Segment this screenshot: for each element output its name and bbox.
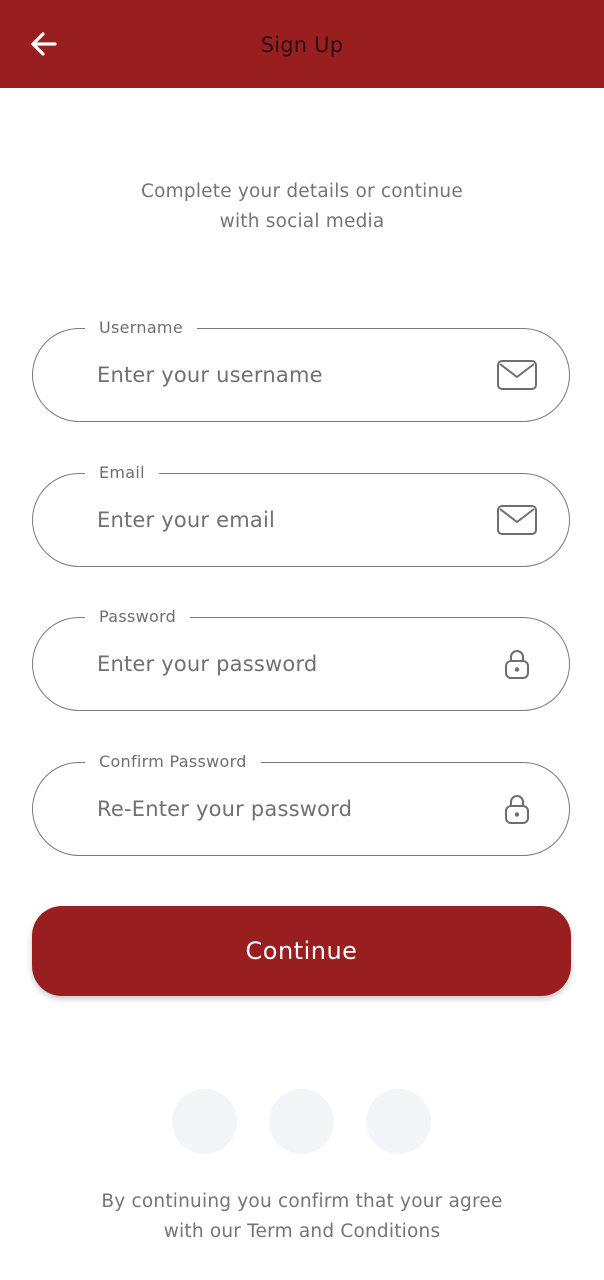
back-button[interactable] [22,24,66,64]
mail-icon [495,357,539,393]
mail-icon [495,502,539,538]
sign-up-screen: Sign Up Complete your details or continu… [0,0,604,1280]
intro-line-1: Complete your details or continue [141,181,463,202]
terms-text: By continuing you confirm that your agre… [52,1187,552,1247]
social-button-3[interactable] [366,1089,431,1154]
intro-text: Complete your details or continue with s… [102,177,502,237]
confirm-password-input[interactable] [97,763,477,854]
continue-button[interactable]: Continue [32,906,571,996]
page-title: Sign Up [260,33,344,57]
arrow-left-icon [31,32,57,56]
app-bar: Sign Up [0,0,604,88]
social-button-2[interactable] [269,1089,334,1154]
terms-line-2: with our Term and Conditions [163,1221,441,1242]
username-field: Username [32,316,570,422]
social-login-row [0,1089,604,1155]
lock-icon [495,791,539,827]
lock-icon [495,646,539,682]
terms-line-1: By continuing you confirm that your agre… [101,1191,503,1212]
password-field: Password [32,605,570,711]
email-field: Email [32,461,570,567]
intro-line-2: with social media [219,211,385,232]
password-input[interactable] [97,618,477,709]
email-input[interactable] [97,474,477,565]
social-button-1[interactable] [172,1089,237,1154]
confirm-password-field: Confirm Password [32,750,570,856]
username-input[interactable] [97,329,477,420]
